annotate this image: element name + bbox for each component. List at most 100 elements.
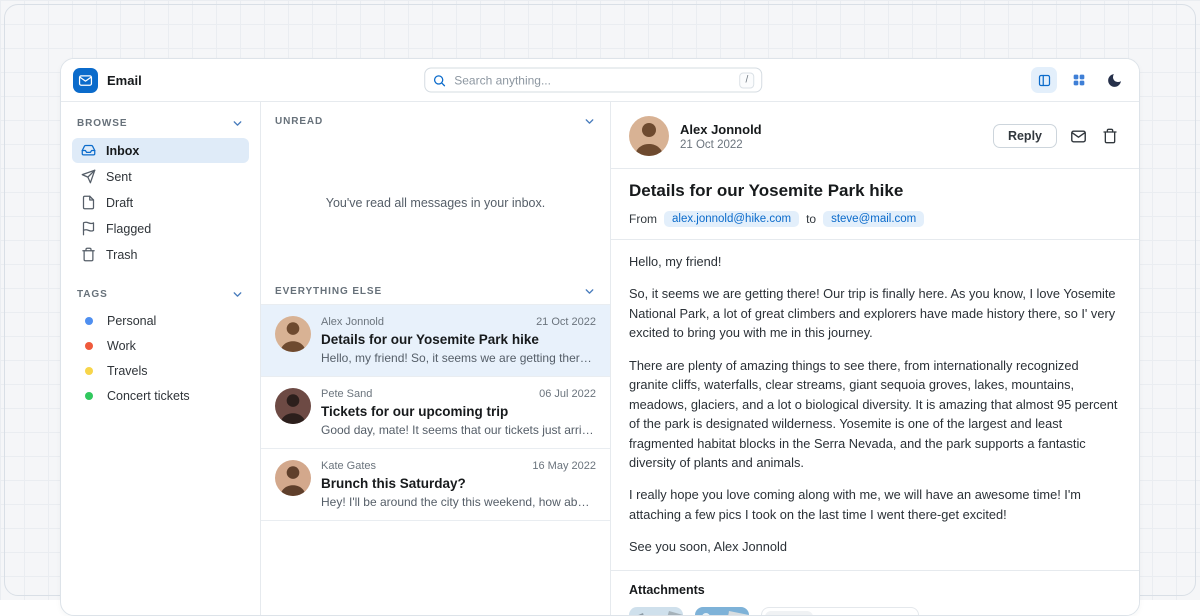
search-box[interactable]: / [424, 68, 762, 93]
attachments-row: videos-hike.zip 100 MB [629, 607, 1121, 615]
email-sender: Alex Jonnold [321, 316, 384, 328]
detail-sender-name: Alex Jonnold [680, 122, 762, 137]
top-actions [1031, 67, 1127, 93]
unread-title: UNREAD [275, 116, 323, 127]
email-sender: Pete Sand [321, 388, 372, 400]
tag-item-concert-tickets[interactable]: Concert tickets [72, 384, 249, 408]
tag-label: Work [107, 339, 136, 353]
tag-label: Concert tickets [107, 389, 190, 403]
browse-nav: Inbox Sent Draft [72, 138, 249, 267]
email-date: 06 Jul 2022 [539, 388, 596, 400]
brand: Email [73, 68, 142, 93]
tag-item-travels[interactable]: Travels [72, 359, 249, 383]
top-bar: Email / [61, 59, 1139, 102]
from-label: From [629, 212, 657, 226]
sidebar-item-label: Sent [106, 170, 132, 184]
avatar [275, 460, 311, 496]
sidebar-item-trash[interactable]: Trash [72, 242, 249, 267]
avatar [275, 388, 311, 424]
sidebar-item-label: Trash [106, 248, 138, 262]
browse-title: BROWSE [77, 118, 127, 129]
inbox-icon [81, 143, 96, 158]
email-meta: Pete Sand 06 Jul 2022 Tickets for our up… [321, 388, 596, 437]
sidebar-item-draft[interactable]: Draft [72, 190, 249, 215]
desktop-background: Email / [0, 0, 1200, 600]
to-label: to [806, 212, 816, 226]
body-paragraph: There are plenty of amazing things to se… [629, 356, 1121, 473]
delete-email-button[interactable] [1099, 125, 1121, 147]
tag-item-personal[interactable]: Personal [72, 309, 249, 333]
detail-subject: Details for our Yosemite Park hike [629, 181, 1121, 201]
mail-icon [1070, 128, 1087, 145]
body-paragraph: I really hope you love coming along with… [629, 485, 1121, 524]
email-snippet: Hello, my friend! So, it seems we are ge… [321, 351, 596, 365]
email-meta: Kate Gates 16 May 2022 Brunch this Satur… [321, 460, 596, 509]
body-paragraph: See you soon, Alex Jonnold [629, 537, 1121, 556]
attachment-image-yosemite-valley[interactable] [629, 607, 683, 615]
email-logo-icon[interactable] [73, 68, 98, 93]
sidebar-item-sent[interactable]: Sent [72, 164, 249, 189]
chevron-down-icon[interactable] [231, 117, 244, 130]
tags-nav: Personal Work Travels Concert tickets [72, 309, 249, 408]
chevron-down-icon[interactable] [583, 115, 596, 128]
email-list-item-alex[interactable]: Alex Jonnold 21 Oct 2022 Details for our… [261, 304, 610, 376]
chevron-down-icon[interactable] [231, 288, 244, 301]
sidebar: BROWSE Inbox Sent [61, 102, 261, 615]
sidebar-item-inbox[interactable]: Inbox [72, 138, 249, 163]
attachment-file-card[interactable]: videos-hike.zip 100 MB [761, 607, 919, 615]
email-snippet: Good day, mate! It seems that our ticket… [321, 423, 596, 437]
sidebar-item-label: Flagged [106, 222, 151, 236]
main-layout: BROWSE Inbox Sent [61, 102, 1139, 615]
send-icon [81, 169, 96, 184]
tag-label: Personal [107, 314, 156, 328]
tag-color-dot [85, 317, 93, 325]
tag-item-work[interactable]: Work [72, 334, 249, 358]
forward-mail-button[interactable] [1067, 125, 1089, 147]
search-icon [432, 73, 446, 87]
unread-empty-message: You've read all messages in your inbox. [261, 134, 610, 272]
to-email-chip[interactable]: steve@mail.com [823, 211, 924, 227]
email-app-window: Email / [60, 58, 1140, 616]
apps-grid-icon [1071, 72, 1087, 88]
email-detail-pane: Alex Jonnold 21 Oct 2022 Reply [611, 102, 1139, 615]
tag-color-dot [85, 367, 93, 375]
divider [611, 239, 1139, 240]
from-email-chip[interactable]: alex.jonnold@hike.com [664, 211, 799, 227]
draft-icon [81, 195, 96, 210]
layout-toggle-button[interactable] [1031, 67, 1057, 93]
tag-color-dot [85, 342, 93, 350]
tags-title: TAGS [77, 289, 108, 300]
search-shortcut-hint: / [739, 72, 754, 88]
unread-section-header: UNREAD [261, 102, 610, 134]
email-subject: Tickets for our upcoming trip [321, 404, 596, 419]
email-list-item-kate[interactable]: Kate Gates 16 May 2022 Brunch this Satur… [261, 448, 610, 521]
dark-mode-toggle[interactable] [1101, 67, 1127, 93]
sidebar-item-flagged[interactable]: Flagged [72, 216, 249, 241]
divider [611, 570, 1139, 571]
search-input[interactable] [452, 72, 733, 88]
email-sender: Kate Gates [321, 460, 376, 472]
everything-else-section-header: EVERYTHING ELSE [261, 272, 610, 304]
email-body: Hello, my friend! So, it seems we are ge… [629, 252, 1121, 557]
body-paragraph: Hello, my friend! [629, 252, 1121, 271]
email-list-item-pete[interactable]: Pete Sand 06 Jul 2022 Tickets for our up… [261, 376, 610, 448]
trash-icon [81, 247, 96, 262]
reply-button[interactable]: Reply [993, 124, 1057, 148]
everything-else-title: EVERYTHING ELSE [275, 286, 382, 297]
trash-icon [1102, 128, 1118, 144]
detail-header: Alex Jonnold 21 Oct 2022 Reply [629, 116, 1121, 156]
mail-list-column: UNREAD You've read all messages in your … [261, 102, 611, 615]
folder-icon [765, 611, 813, 615]
attachments-title: Attachments [629, 583, 1121, 597]
apps-grid-button[interactable] [1066, 67, 1092, 93]
divider [611, 168, 1139, 169]
tags-section-header: TAGS [72, 283, 249, 308]
detail-actions: Reply [993, 124, 1121, 148]
attachment-image-yosemite-cliff[interactable] [695, 607, 749, 615]
layout-icon [1037, 73, 1052, 88]
email-subject: Details for our Yosemite Park hike [321, 332, 596, 347]
chevron-down-icon[interactable] [583, 285, 596, 298]
moon-icon [1106, 72, 1123, 89]
sidebar-item-label: Draft [106, 196, 133, 210]
detail-date: 21 Oct 2022 [680, 139, 762, 151]
